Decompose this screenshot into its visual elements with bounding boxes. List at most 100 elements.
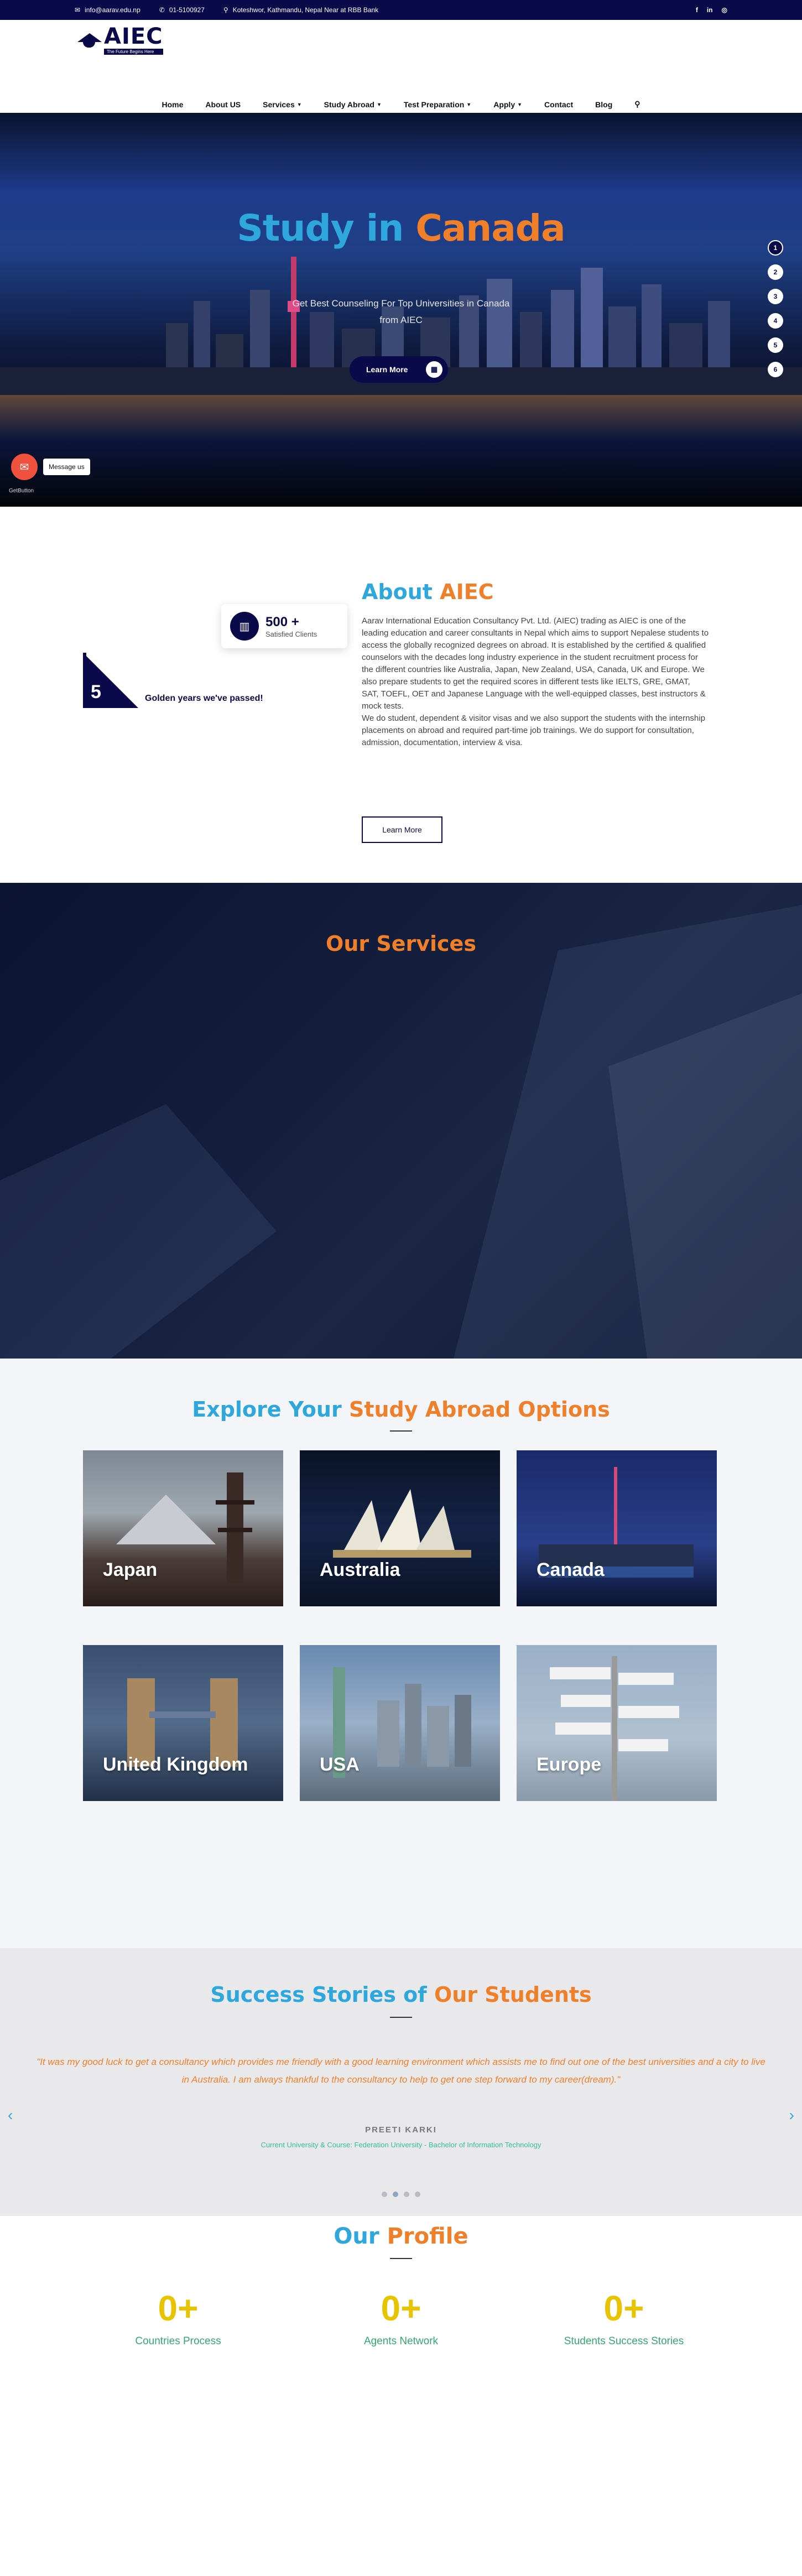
profile-stats: 0+ Countries Process 0+ Agents Network 0… bbox=[0, 2288, 802, 2348]
nav-study-abroad[interactable]: Study Abroad ▼ bbox=[324, 100, 382, 109]
site-header: AIEC The Future Begins Here Home About U… bbox=[0, 20, 802, 113]
nav-apply[interactable]: Apply ▼ bbox=[493, 100, 522, 109]
getbutton-credit[interactable]: GetButton bbox=[9, 488, 34, 494]
destination-card-australia[interactable]: Australia bbox=[300, 1450, 500, 1606]
page-dot[interactable] bbox=[382, 2192, 387, 2197]
destination-label: Japan bbox=[103, 1559, 158, 1580]
nav-services[interactable]: Services ▼ bbox=[263, 100, 302, 109]
testimonial-pagination bbox=[0, 2192, 802, 2197]
messenger-widget: ✉ Message us bbox=[11, 454, 90, 480]
phone-text: 01-5100927 bbox=[169, 6, 205, 14]
study-abroad-title: Explore Your Study Abroad Options bbox=[192, 1397, 610, 1422]
title-underline bbox=[390, 2017, 412, 2018]
testimonial-quote: "It was my good luck to get a consultanc… bbox=[37, 2057, 765, 2085]
hero-slider: Study in Canada Get Best Counseling For … bbox=[0, 113, 802, 507]
main-nav: Home About US Services ▼ Study Abroad ▼ Te… bbox=[0, 100, 802, 109]
destination-card-usa[interactable]: USA bbox=[300, 1645, 500, 1801]
slide-dot-6[interactable]: 6 bbox=[768, 362, 783, 377]
search-icon[interactable]: ⚲ bbox=[634, 100, 640, 109]
destination-label: Canada bbox=[537, 1559, 605, 1580]
clients-badge: ▥ 500 + Satisfied Clients bbox=[221, 604, 347, 648]
hero-title: Study in Canada bbox=[237, 207, 565, 249]
chevron-down-icon: ▼ bbox=[376, 101, 382, 107]
envelope-icon: ✉ bbox=[75, 6, 81, 14]
chat-icon[interactable]: ✉ bbox=[11, 454, 38, 480]
services-title: Our Services bbox=[326, 931, 476, 956]
page-dot[interactable] bbox=[404, 2192, 409, 2197]
graduation-cap-icon bbox=[76, 30, 102, 51]
address-text: Koteshwor, Kathmandu, Nepal Near at RBB … bbox=[232, 6, 379, 14]
logo[interactable]: AIEC The Future Begins Here bbox=[76, 25, 163, 55]
destination-card-japan[interactable]: Japan bbox=[83, 1450, 283, 1606]
testimonials-section: Success Stories of Our Students ‹ › "It … bbox=[0, 1948, 802, 2216]
study-abroad-section: Explore Your Study Abroad Options Japan … bbox=[0, 1359, 802, 1948]
destination-label: USA bbox=[320, 1754, 360, 1775]
slide-dot-4[interactable]: 4 bbox=[768, 313, 783, 329]
nav-about[interactable]: About US bbox=[205, 100, 241, 109]
stat-countries: 0+ Countries Process bbox=[112, 2288, 244, 2348]
stat-label: Agents Network bbox=[363, 2335, 439, 2347]
nav-contact[interactable]: Contact bbox=[544, 100, 573, 109]
title-underline bbox=[390, 1430, 412, 1432]
testimonial-author: PREETI KARKI bbox=[365, 2125, 437, 2135]
stat-value: 0+ bbox=[158, 2288, 199, 2328]
destination-grid: Japan Australia Canada United Kingdom US… bbox=[83, 1450, 717, 1801]
page-dot[interactable] bbox=[415, 2192, 420, 2197]
instagram-icon[interactable]: ◎ bbox=[722, 6, 727, 14]
grid-icon: ▦ bbox=[426, 361, 442, 378]
slide-dot-5[interactable]: 5 bbox=[768, 337, 783, 353]
profile-title: Our Profile bbox=[334, 2224, 468, 2249]
slide-dot-1[interactable]: 1 bbox=[768, 240, 783, 256]
services-section: Our Services bbox=[0, 883, 802, 1359]
destination-label: Europe bbox=[537, 1754, 602, 1775]
years-count: 5 bbox=[91, 681, 101, 702]
destination-card-europe[interactable]: Europe bbox=[517, 1645, 717, 1801]
chevron-left-icon[interactable]: ‹ bbox=[8, 2106, 13, 2124]
about-description: Aarav International Education Consultanc… bbox=[362, 616, 709, 747]
destination-card-canada[interactable]: Canada bbox=[517, 1450, 717, 1606]
nav-home[interactable]: Home bbox=[162, 100, 183, 109]
facebook-icon[interactable]: f bbox=[696, 6, 698, 14]
nav-blog[interactable]: Blog bbox=[595, 100, 612, 109]
chevron-down-icon: ▼ bbox=[296, 101, 302, 107]
years-label: Golden years we've passed! bbox=[145, 694, 263, 703]
destination-card-united-kingdom[interactable]: United Kingdom bbox=[83, 1645, 283, 1801]
building-icon: ▥ bbox=[230, 612, 259, 641]
hero-learn-more-button[interactable]: Learn More ▦ bbox=[350, 356, 448, 383]
phone-icon: ✆ bbox=[159, 6, 165, 14]
brand-name: AIEC bbox=[104, 24, 163, 49]
slide-dot-3[interactable]: 3 bbox=[768, 289, 783, 304]
about-title: About AIEC bbox=[362, 580, 494, 604]
chevron-down-icon: ▼ bbox=[466, 101, 472, 107]
about-learn-more-button[interactable]: Learn More bbox=[362, 816, 442, 843]
chevron-down-icon: ▼ bbox=[517, 101, 523, 107]
address-contact: ⚲ Koteshwor, Kathmandu, Nepal Near at RB… bbox=[223, 6, 378, 14]
testimonial-details: Current University & Course: Federation … bbox=[261, 2141, 541, 2149]
testimonials-title: Success Stories of Our Students bbox=[210, 1982, 592, 2007]
message-us-label[interactable]: Message us bbox=[43, 459, 90, 475]
chevron-right-icon[interactable]: › bbox=[789, 2106, 794, 2124]
stat-students: 0+ Students Success Stories bbox=[558, 2288, 690, 2348]
map-pin-icon: ⚲ bbox=[223, 6, 228, 14]
stat-agents: 0+ Agents Network bbox=[335, 2288, 467, 2348]
brand-tagline: The Future Begins Here bbox=[104, 49, 163, 55]
hero-subtitle: Get Best Counseling For Top Universities… bbox=[292, 298, 510, 325]
slide-dot-2[interactable]: 2 bbox=[768, 264, 783, 280]
stat-value: 0+ bbox=[381, 2288, 421, 2328]
top-bar: ✉ info@aarav.edu.np ✆ 01-5100927 ⚲ Kotes… bbox=[0, 0, 802, 20]
stat-value: 0+ bbox=[603, 2288, 644, 2328]
profile-section: Our Profile 0+ Countries Process 0+ Agen… bbox=[0, 2216, 802, 2575]
email-text: info@aarav.edu.np bbox=[85, 6, 140, 14]
destination-label: United Kingdom bbox=[103, 1754, 248, 1775]
years-badge: 5 bbox=[83, 653, 138, 708]
slide-pagination: 1 2 3 4 5 6 bbox=[768, 240, 783, 377]
clients-count: 500 + bbox=[265, 614, 299, 629]
stat-label: Students Success Stories bbox=[564, 2335, 684, 2347]
nav-test-preparation[interactable]: Test Preparation ▼ bbox=[404, 100, 471, 109]
email-contact[interactable]: ✉ info@aarav.edu.np bbox=[75, 6, 140, 14]
title-underline bbox=[390, 2258, 412, 2259]
linkedin-icon[interactable]: in bbox=[707, 6, 713, 14]
phone-contact[interactable]: ✆ 01-5100927 bbox=[159, 6, 205, 14]
about-section: ▥ 500 + Satisfied Clients 5 Golden years… bbox=[0, 507, 802, 883]
page-dot-active[interactable] bbox=[393, 2192, 398, 2197]
